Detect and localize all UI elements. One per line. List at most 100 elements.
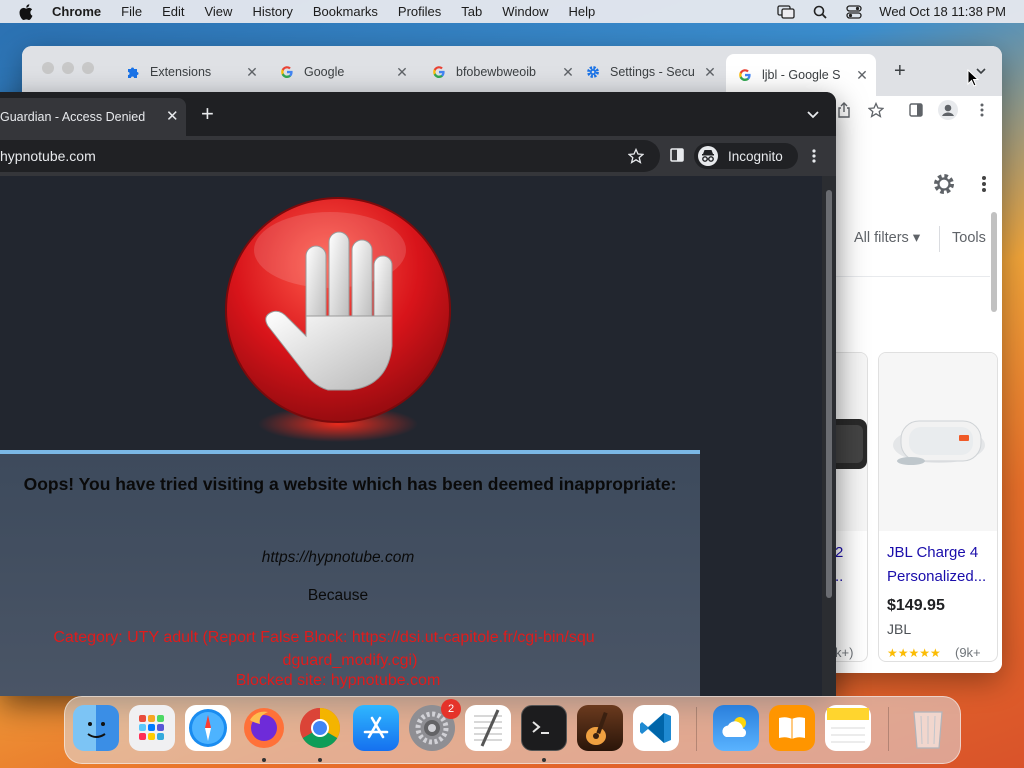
- side-panel-icon[interactable]: [908, 102, 924, 118]
- block-category-line1[interactable]: Category: UTY adult (Report False Block:…: [0, 626, 700, 649]
- product-card-jbl-charge-4[interactable]: JBL Charge 4 Personalized... $149.95 JBL…: [878, 352, 998, 662]
- bookmark-star-icon[interactable]: [627, 147, 645, 164]
- all-filters-button[interactable]: All filters ▾: [854, 230, 920, 246]
- profile-avatar-icon[interactable]: [938, 100, 958, 120]
- menu-bookmarks[interactable]: Bookmarks: [313, 4, 378, 19]
- share-icon[interactable]: [836, 102, 852, 118]
- product-rating-stars: ★★★★★: [887, 646, 941, 660]
- control-center-icon[interactable]: [845, 4, 863, 19]
- product-price: $149.95: [887, 597, 945, 614]
- close-window-button[interactable]: [42, 62, 54, 74]
- trash-icon[interactable]: [905, 705, 951, 751]
- finder-icon[interactable]: [73, 705, 119, 751]
- textedit-icon[interactable]: [465, 705, 511, 751]
- dock-separator: [888, 707, 889, 751]
- because-label: Because: [307, 587, 369, 604]
- product-name-line2[interactable]: Personalized...: [887, 565, 986, 589]
- results-divider: [834, 276, 990, 277]
- menu-app-name[interactable]: Chrome: [52, 4, 101, 19]
- system-settings-icon[interactable]: 2: [409, 699, 461, 751]
- access-denied-page: Oops! You have tried visiting a website …: [0, 176, 836, 696]
- tab-ljbl-google-search[interactable]: ljbl - Google S ✕: [726, 54, 876, 96]
- chrome-menu-icon[interactable]: [810, 148, 818, 164]
- terminal-running-indicator: [542, 758, 546, 762]
- menu-history[interactable]: History: [252, 4, 292, 19]
- tab-close-icon[interactable]: ✕: [394, 64, 410, 81]
- product-name-line2[interactable]: ..: [835, 565, 843, 589]
- address-bar-url[interactable]: hypnotube.com: [0, 148, 96, 164]
- tab-guardian-access-denied[interactable]: Guardian - Access Denied ✕: [0, 98, 186, 136]
- app-store-icon[interactable]: [353, 705, 399, 751]
- block-category-line2[interactable]: dguard_modify.cgi): [0, 649, 700, 672]
- page-scrollbar-thumb[interactable]: [826, 190, 832, 598]
- stop-hand-icon: [218, 196, 458, 446]
- screen-mirroring-icon[interactable]: [777, 4, 795, 19]
- product-brand: JBL: [887, 621, 912, 637]
- google-apps-menu-icon[interactable]: [979, 174, 989, 194]
- quick-settings-gear-icon[interactable]: [932, 172, 956, 196]
- incognito-toolbar: hypnotube.com Incognito: [0, 136, 836, 176]
- chrome-menu-icon[interactable]: [974, 102, 990, 118]
- firefox-icon[interactable]: [241, 705, 287, 751]
- zoom-window-button[interactable]: [82, 62, 94, 74]
- tools-button[interactable]: Tools: [952, 230, 986, 246]
- menu-clock[interactable]: Wed Oct 18 11:38 PM: [879, 4, 1006, 19]
- menu-tab[interactable]: Tab: [461, 4, 482, 19]
- apple-menu-icon[interactable]: [19, 3, 35, 20]
- menu-profiles[interactable]: Profiles: [398, 4, 441, 19]
- filters-divider: [939, 226, 940, 252]
- incognito-icon: [698, 146, 718, 166]
- menu-window[interactable]: Window: [502, 4, 548, 19]
- tab-extensions[interactable]: Extensions ✕: [126, 58, 260, 86]
- page-scrollbar[interactable]: [991, 212, 997, 312]
- garageband-icon[interactable]: [577, 705, 623, 751]
- tab-close-icon[interactable]: ✕: [560, 64, 576, 81]
- tab-close-icon[interactable]: ✕: [702, 64, 718, 81]
- tab-google[interactable]: Google ✕: [280, 58, 410, 86]
- chrome-running-indicator: [318, 758, 322, 762]
- block-category: Category: UTY adult (Report False Block:…: [0, 626, 700, 672]
- side-panel-icon[interactable]: [670, 148, 684, 162]
- tab-close-icon[interactable]: ✕: [854, 67, 870, 84]
- safari-icon[interactable]: [185, 705, 231, 751]
- tab-label: bfobewbweoib: [456, 65, 536, 79]
- vscode-icon[interactable]: [633, 705, 679, 751]
- mouse-cursor-icon: [967, 68, 980, 87]
- settings-notification-badge: 2: [441, 699, 461, 719]
- dock-separator: [696, 707, 697, 751]
- incognito-browser-window: Guardian - Access Denied ✕ + hypnotube.c…: [0, 92, 836, 696]
- menu-bar: Chrome File Edit View History Bookmarks …: [0, 0, 1024, 23]
- address-bar[interactable]: hypnotube.com: [0, 140, 660, 172]
- menu-help[interactable]: Help: [569, 4, 596, 19]
- tab-settings[interactable]: Settings - Secu ✕: [586, 58, 718, 86]
- notes-icon[interactable]: [825, 705, 871, 751]
- incognito-tab-strip: Guardian - Access Denied ✕ +: [0, 92, 836, 136]
- new-tab-plus-icon[interactable]: +: [201, 101, 214, 127]
- google-g-icon: [280, 65, 294, 79]
- menu-edit[interactable]: Edit: [162, 4, 184, 19]
- menu-file[interactable]: File: [121, 4, 142, 19]
- tab-bfobewbweoib[interactable]: bfobewbweoib ✕: [432, 58, 576, 86]
- product-name-line1[interactable]: 2: [835, 541, 843, 565]
- bookmark-star-icon[interactable]: [868, 102, 884, 118]
- tab-close-icon[interactable]: ✕: [166, 107, 179, 125]
- new-tab-plus-icon[interactable]: +: [894, 60, 906, 83]
- dock: 2: [64, 696, 961, 764]
- tab-label: ljbl - Google S: [762, 68, 841, 82]
- chrome-icon[interactable]: [297, 705, 343, 751]
- tab-label: Settings - Secu: [610, 65, 695, 79]
- terminal-icon[interactable]: [521, 705, 567, 751]
- product-name-line1[interactable]: JBL Charge 4: [887, 541, 978, 565]
- books-icon[interactable]: [769, 705, 815, 751]
- weather-icon[interactable]: [713, 705, 759, 751]
- menu-view[interactable]: View: [204, 4, 232, 19]
- tab-search-chevron-icon[interactable]: [806, 108, 820, 120]
- tab-close-icon[interactable]: ✕: [244, 64, 260, 81]
- incognito-label: Incognito: [728, 149, 783, 164]
- search-filters-row: All filters ▾ Tools: [834, 226, 1002, 252]
- incognito-indicator[interactable]: Incognito: [694, 143, 798, 169]
- launchpad-icon[interactable]: [129, 705, 175, 751]
- back-window-controls: [42, 62, 102, 74]
- minimize-window-button[interactable]: [62, 62, 74, 74]
- spotlight-search-icon[interactable]: [811, 5, 829, 19]
